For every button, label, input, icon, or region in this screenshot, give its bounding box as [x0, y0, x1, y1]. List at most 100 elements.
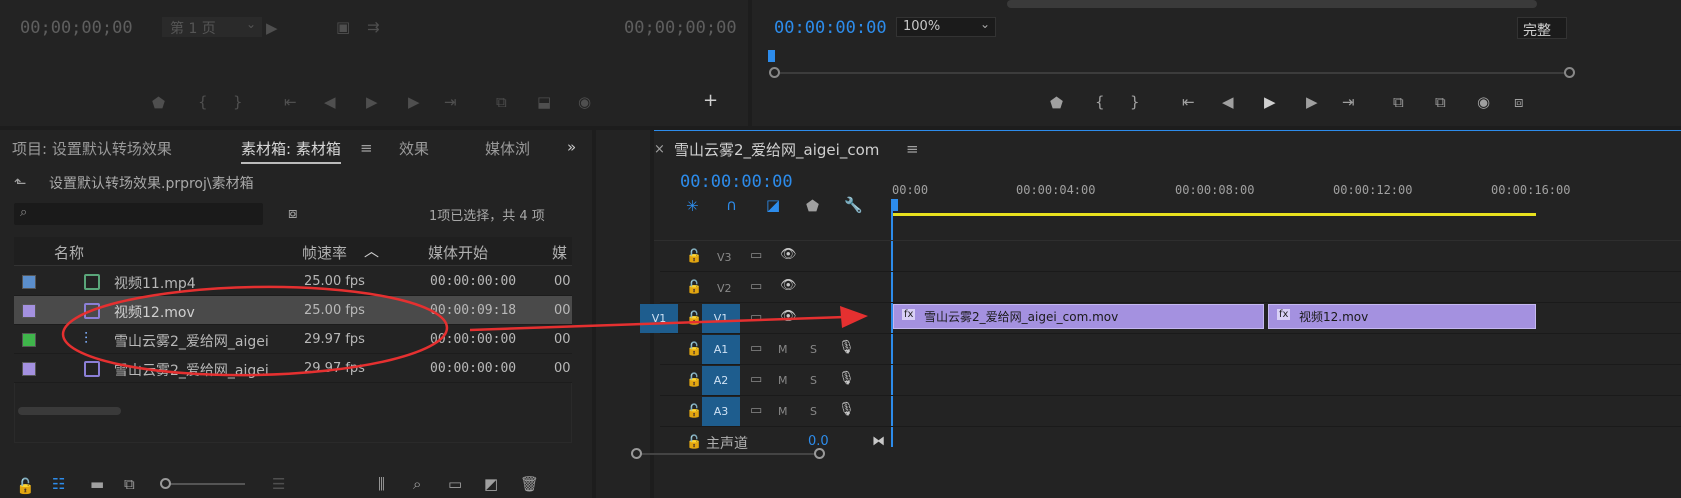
- lock-icon[interactable]: 🔓: [686, 342, 702, 357]
- bin-up-icon[interactable]: ⬑: [14, 175, 27, 191]
- go-to-in-icon[interactable]: ⇤: [284, 94, 297, 110]
- program-timecode[interactable]: 00:00:00:00: [774, 18, 887, 38]
- mark-in-icon[interactable]: {: [198, 94, 208, 110]
- export-frame-icon[interactable]: ▣: [336, 19, 350, 35]
- mute-button[interactable]: M: [778, 343, 788, 356]
- mute-button[interactable]: M: [778, 374, 788, 387]
- freeform-view-icon[interactable]: ⧉: [124, 476, 135, 492]
- source-patch-v1[interactable]: V1: [640, 304, 678, 333]
- timeline-clip[interactable]: fx 视频12.mov: [1268, 304, 1536, 329]
- go-to-in-icon[interactable]: ⇤: [1182, 94, 1195, 110]
- track-target-a1[interactable]: A1: [702, 335, 740, 364]
- microphone-icon[interactable]: 🎙: [838, 402, 855, 417]
- list-item[interactable]: ⫶ 雪山云雾2_爱给网_aigei 29.97 fps 00:00:00:00 …: [14, 325, 572, 354]
- quality-select[interactable]: 完整: [1517, 17, 1567, 39]
- list-item[interactable]: 视频11.mp4 25.00 fps 00:00:00:00 00: [14, 267, 572, 296]
- new-item-icon[interactable]: ◩: [484, 476, 498, 492]
- scroll-handle-right[interactable]: [814, 448, 825, 459]
- find-icon[interactable]: ⌕: [413, 476, 421, 492]
- insert-clip-icon[interactable]: ⧉: [496, 94, 507, 110]
- marker-icon[interactable]: ⬟: [152, 95, 165, 111]
- close-icon[interactable]: ×: [654, 142, 665, 158]
- snap-magnet-icon[interactable]: ∩: [726, 197, 737, 213]
- sync-lock-icon[interactable]: ▭: [750, 372, 762, 387]
- microphone-icon[interactable]: 🎙: [838, 340, 855, 355]
- zoom-slider[interactable]: [165, 483, 245, 485]
- track-target-a2[interactable]: A2: [702, 366, 740, 395]
- zoom-slider-handle[interactable]: [160, 478, 171, 489]
- track-target-a3[interactable]: A3: [702, 397, 740, 426]
- lock-icon[interactable]: 🔓: [686, 435, 702, 450]
- scroll-handle-left[interactable]: [631, 448, 642, 459]
- list-item[interactable]: 视频12.mov 25.00 fps 00:00:09:18 00: [14, 296, 572, 325]
- horizontal-scrollbar[interactable]: [18, 407, 121, 415]
- mark-out-icon[interactable]: }: [233, 94, 243, 110]
- comparison-view-icon[interactable]: ⧈: [1514, 94, 1524, 110]
- sync-lock-icon[interactable]: ▭: [750, 279, 762, 294]
- playhead-marker[interactable]: [768, 50, 775, 62]
- icon-view-icon[interactable]: ▬: [90, 476, 104, 492]
- step-back-icon[interactable]: ◀: [324, 94, 336, 110]
- lock-icon[interactable]: 🔓: [686, 404, 702, 419]
- step-forward-icon[interactable]: ▶: [1306, 94, 1318, 110]
- list-view-icon[interactable]: ☷: [52, 476, 65, 492]
- wrench-icon[interactable]: 🔧: [844, 197, 863, 213]
- linked-selection-icon[interactable]: ◪: [766, 197, 780, 213]
- source-timecode-right[interactable]: 00;00;00;00: [624, 18, 737, 38]
- lift-icon[interactable]: ⧉: [1393, 94, 1404, 110]
- mark-in-icon[interactable]: {: [1095, 94, 1105, 110]
- mark-out-icon[interactable]: }: [1130, 94, 1140, 110]
- eye-icon[interactable]: 👁: [780, 278, 797, 293]
- timeline-clip[interactable]: fx 雪山云雾2_爱给网_aigei_com.mov: [893, 304, 1264, 329]
- solo-button[interactable]: S: [810, 405, 817, 418]
- add-marker-icon[interactable]: ⬟: [806, 198, 819, 214]
- menu-icon[interactable]: ≡: [360, 140, 373, 156]
- go-to-out-icon[interactable]: ⇥: [1342, 94, 1355, 110]
- sort-ascending-icon[interactable]: ︿: [364, 240, 379, 261]
- tab-media-browser[interactable]: 媒体浏: [485, 138, 530, 159]
- camera-icon[interactable]: ◉: [1477, 94, 1490, 110]
- trash-icon[interactable]: 🗑: [520, 476, 539, 492]
- lock-icon[interactable]: 🔓: [686, 280, 702, 295]
- nest-icon[interactable]: ✳: [686, 198, 699, 214]
- sync-lock-icon[interactable]: ▭: [750, 403, 762, 418]
- zoom-select[interactable]: 100% ⌄: [896, 17, 996, 37]
- play-button-icon[interactable]: ▶: [1264, 94, 1276, 110]
- sequence-tab[interactable]: 雪山云雾2_爱给网_aigei_com: [674, 139, 879, 160]
- timeline-timecode[interactable]: 00:00:00:00: [680, 172, 793, 192]
- eye-icon[interactable]: 👁: [780, 247, 797, 262]
- master-volume[interactable]: 0.0: [808, 434, 829, 449]
- column-fps[interactable]: 帧速率: [302, 242, 347, 263]
- new-bin-icon[interactable]: ▭: [448, 476, 462, 492]
- go-to-out-icon[interactable]: ⇥: [444, 94, 457, 110]
- menu-icon[interactable]: ≡: [906, 141, 919, 157]
- sync-lock-icon[interactable]: ▭: [750, 248, 762, 263]
- new-search-bin-icon[interactable]: ⧇: [288, 205, 298, 221]
- solo-button[interactable]: S: [810, 374, 817, 387]
- column-name[interactable]: 名称: [54, 242, 84, 263]
- timeline-scrollbar[interactable]: [636, 453, 822, 455]
- top-scrollbar[interactable]: [1007, 0, 1537, 8]
- label-color-swatch[interactable]: [22, 333, 36, 347]
- column-more[interactable]: 媒: [552, 242, 567, 263]
- extract-icon[interactable]: ⧉: [1435, 94, 1446, 110]
- source-timecode-left[interactable]: 00;00;00;00: [20, 18, 133, 38]
- overflow-chevron-icon[interactable]: »: [567, 139, 576, 155]
- lock-icon[interactable]: 🔓: [686, 311, 702, 326]
- lock-icon[interactable]: 🔓: [686, 373, 702, 388]
- scrub-handle-left[interactable]: [769, 67, 780, 78]
- search-input[interactable]: ⌕: [14, 203, 263, 225]
- time-ruler[interactable]: 00:00 00:00:04:00 00:00:08:00 00:00:12:0…: [890, 171, 1681, 217]
- solo-button[interactable]: S: [810, 343, 817, 356]
- camera-icon[interactable]: ◉: [578, 94, 591, 110]
- eye-icon[interactable]: 👁: [780, 309, 797, 324]
- play-button-icon[interactable]: ▶: [366, 94, 378, 110]
- overwrite-icon[interactable]: ⬓: [537, 94, 551, 110]
- mute-button[interactable]: M: [778, 405, 788, 418]
- sync-lock-icon[interactable]: ▭: [750, 341, 762, 356]
- label-color-swatch[interactable]: [22, 275, 36, 289]
- play-icon[interactable]: ▶: [266, 20, 278, 36]
- page-select[interactable]: 第 1 页 ⌄: [162, 17, 262, 37]
- scrub-bar[interactable]: [774, 72, 1569, 74]
- tab-bin[interactable]: 素材箱: 素材箱: [241, 138, 341, 164]
